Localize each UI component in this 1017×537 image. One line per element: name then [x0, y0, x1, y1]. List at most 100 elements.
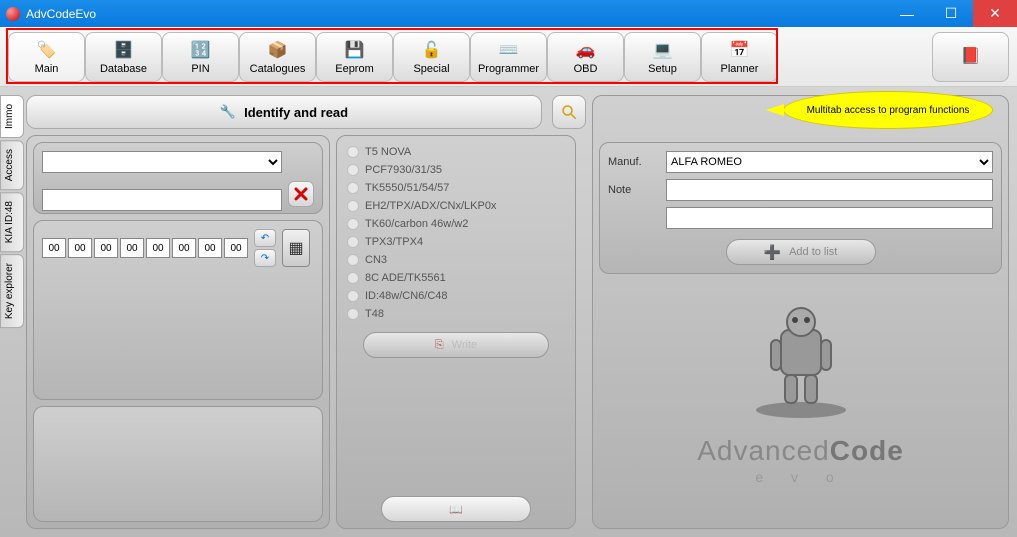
- side-tab-immo[interactable]: Immo: [0, 95, 24, 138]
- vehicle-text[interactable]: [42, 189, 282, 211]
- manuf-combo[interactable]: ALFA ROMEO: [666, 151, 993, 173]
- tab-special[interactable]: 🔓Special: [393, 32, 470, 82]
- middle-column: T5 NOVA PCF7930/31/35 TK5550/51/54/57 EH2/T…: [336, 135, 576, 529]
- main-toolbar: 🏷️Main🗄️Database🔢PIN📦Catalogues💾Eeprom🔓S…: [0, 27, 1017, 87]
- hex-byte-5[interactable]: [172, 238, 196, 258]
- programmer-icon: ⌨️: [498, 39, 520, 61]
- special-icon: 🔓: [421, 39, 443, 61]
- radio-input-5[interactable]: [347, 236, 359, 248]
- manuf-label: Manuf.: [608, 156, 658, 168]
- left-column: ↶ ↷ ▦: [26, 135, 330, 529]
- window-titlebar: AdvCodeEvo — ☐ ✕: [0, 0, 1017, 27]
- planner-icon: 📅: [729, 39, 751, 61]
- tab-pin[interactable]: 🔢PIN: [162, 32, 239, 82]
- redo-button[interactable]: ↷: [254, 249, 276, 267]
- side-tabs: ImmoAccessKIA ID:48Key explorer: [0, 95, 24, 331]
- radio-4[interactable]: TK60/carbon 46w/w2: [347, 218, 565, 230]
- hex-byte-7[interactable]: [224, 238, 248, 258]
- side-tab-access[interactable]: Access: [0, 140, 24, 190]
- minimize-button[interactable]: —: [885, 0, 929, 27]
- radio-input-1[interactable]: [347, 164, 359, 176]
- plus-icon: ➕: [764, 244, 781, 261]
- add-to-list-button[interactable]: ➕ Add to list: [726, 239, 876, 265]
- delete-button[interactable]: [288, 181, 314, 207]
- obd-icon: 🚗: [575, 39, 597, 61]
- hex-panel: ↶ ↷ ▦: [33, 220, 323, 400]
- callout-text: Multitab access to program functions: [807, 105, 970, 116]
- undo-button[interactable]: ↶: [254, 229, 276, 247]
- side-tab-keyexp[interactable]: Key explorer: [0, 254, 24, 328]
- hex-byte-6[interactable]: [198, 238, 222, 258]
- write-icon: ⎘: [435, 339, 444, 352]
- app-icon: [6, 7, 20, 21]
- radio-input-2[interactable]: [347, 182, 359, 194]
- write-label: Write: [452, 339, 477, 351]
- x-icon: [293, 186, 309, 202]
- hex-byte-4[interactable]: [146, 238, 170, 258]
- log-panel: [33, 406, 323, 522]
- vehicle-combo[interactable]: [42, 151, 282, 173]
- close-button[interactable]: ✕: [973, 0, 1017, 27]
- hex-byte-3[interactable]: [120, 238, 144, 258]
- tab-eeprom[interactable]: 💾Eeprom: [316, 32, 393, 82]
- brand-subtext: e v o: [599, 469, 1002, 485]
- side-tab-kia[interactable]: KIA ID:48: [0, 192, 24, 252]
- tab-catalogues[interactable]: 📦Catalogues: [239, 32, 316, 82]
- tab-main[interactable]: 🏷️Main: [8, 32, 85, 82]
- hex-byte-2[interactable]: [94, 238, 118, 258]
- maximize-button[interactable]: ☐: [929, 0, 973, 27]
- help-button[interactable]: 📕: [932, 32, 1009, 82]
- identify-read-button[interactable]: 🔧 Identify and read: [26, 95, 542, 129]
- hex-byte-1[interactable]: [68, 238, 92, 258]
- note-panel: Manuf. ALFA ROMEO Note ➕ Add to li: [599, 142, 1002, 274]
- window-controls: — ☐ ✕: [885, 0, 1017, 27]
- radio-0[interactable]: T5 NOVA: [347, 146, 565, 158]
- radio-7[interactable]: 8C ADE/TK5561: [347, 272, 565, 284]
- radio-input-0[interactable]: [347, 146, 359, 158]
- brand-text: AdvancedCode: [599, 435, 1002, 467]
- add-label: Add to list: [789, 246, 837, 258]
- note-input-1[interactable]: [666, 179, 993, 201]
- eeprom-icon: 💾: [344, 39, 366, 61]
- tab-programmer[interactable]: ⌨️Programmer: [470, 32, 547, 82]
- radio-5[interactable]: TPX3/TPX4: [347, 236, 565, 248]
- note-input-2[interactable]: [666, 207, 993, 229]
- setup-icon: 💻: [652, 39, 674, 61]
- manual-button[interactable]: 📖: [381, 496, 531, 522]
- radio-6[interactable]: CN3: [347, 254, 565, 266]
- tab-database[interactable]: 🗄️Database: [85, 32, 162, 82]
- radio-input-6[interactable]: [347, 254, 359, 266]
- radio-input-8[interactable]: [347, 290, 359, 302]
- window-title: AdvCodeEvo: [26, 7, 96, 21]
- tab-obd[interactable]: 🚗OBD: [547, 32, 624, 82]
- chip-button[interactable]: ▦: [282, 229, 310, 267]
- radio-1[interactable]: PCF7930/31/35: [347, 164, 565, 176]
- radio-input-3[interactable]: [347, 200, 359, 212]
- hex-byte-0[interactable]: [42, 238, 66, 258]
- radio-9[interactable]: T48: [347, 308, 565, 320]
- search-button[interactable]: [552, 95, 586, 129]
- open-book-icon: 📖: [449, 503, 463, 516]
- wand-icon: 🔧: [220, 104, 236, 120]
- brand-logo: AdvancedCode e v o: [599, 300, 1002, 485]
- catalogues-icon: 📦: [267, 39, 289, 61]
- identify-label: Identify and read: [244, 105, 348, 120]
- book-icon: 📕: [960, 45, 982, 67]
- main-icon: 🏷️: [36, 39, 58, 61]
- database-icon: 🗄️: [113, 39, 135, 61]
- transponder-radio-list: T5 NOVA PCF7930/31/35 TK5550/51/54/57 EH2/T…: [343, 142, 569, 324]
- radio-input-9[interactable]: [347, 308, 359, 320]
- tab-planner[interactable]: 📅Planner: [701, 32, 778, 82]
- radio-8[interactable]: ID:48w/CN6/C48: [347, 290, 565, 302]
- tab-setup[interactable]: 💻Setup: [624, 32, 701, 82]
- radio-2[interactable]: TK5550/51/54/57: [347, 182, 565, 194]
- radio-input-7[interactable]: [347, 272, 359, 284]
- callout-tooltip: Multitab access to program functions: [783, 91, 993, 129]
- pin-icon: 🔢: [190, 39, 212, 61]
- right-column: Manuf. ALFA ROMEO Note ➕ Add to li: [592, 95, 1009, 529]
- robot-icon: [741, 300, 861, 420]
- radio-input-4[interactable]: [347, 218, 359, 230]
- write-button[interactable]: ⎘ Write: [363, 332, 549, 358]
- note-label: Note: [608, 184, 658, 196]
- radio-3[interactable]: EH2/TPX/ADX/CNx/LKP0x: [347, 200, 565, 212]
